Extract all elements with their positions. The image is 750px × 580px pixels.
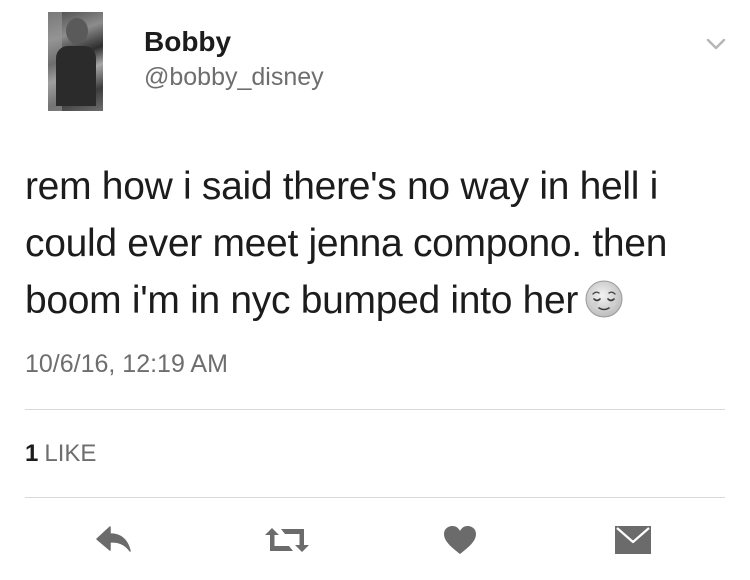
relieved-face-emoji	[584, 278, 624, 318]
user-handle[interactable]: @bobby_disney	[144, 63, 324, 92]
tweet-text-line: rem how i said there's no way in hell i	[25, 165, 659, 208]
retweet-icon	[263, 525, 311, 555]
retweet-button[interactable]	[262, 520, 312, 560]
display-name[interactable]: Bobby	[144, 26, 231, 58]
likes-stat[interactable]: 1 LIKE	[25, 440, 96, 468]
reply-icon	[94, 525, 134, 555]
divider	[25, 497, 725, 498]
likes-count: 1	[25, 440, 39, 467]
tweet-text: rem how i said there's no way in hell i …	[25, 158, 725, 329]
timestamp[interactable]: 10/6/16, 12:19 AM	[25, 350, 228, 379]
divider	[25, 409, 725, 410]
tweet-text-line-last: boom i'm in nyc bumped into her	[25, 272, 725, 329]
chevron-down-icon[interactable]	[705, 33, 727, 55]
likes-label: LIKE	[44, 440, 97, 467]
envelope-icon	[614, 525, 652, 555]
like-button[interactable]	[440, 520, 480, 560]
direct-message-button[interactable]	[612, 520, 654, 560]
avatar[interactable]	[48, 12, 103, 111]
heart-icon	[443, 525, 477, 555]
tweet-text-line: could ever meet jenna compono. then	[25, 222, 668, 265]
reply-button[interactable]	[92, 520, 136, 560]
